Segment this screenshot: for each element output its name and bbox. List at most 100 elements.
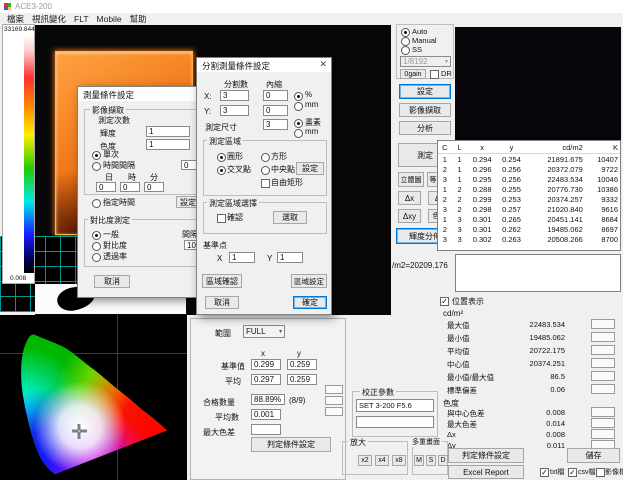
delta-xy-button[interactable]: Δxy	[398, 209, 421, 223]
x-split-field[interactable]: 3	[220, 90, 249, 101]
table-cell: 3	[452, 235, 468, 244]
pixel-radio[interactable]	[294, 119, 303, 128]
table-cell: 3	[452, 215, 468, 224]
auto-radio[interactable]	[401, 28, 410, 37]
day-field[interactable]: 0	[96, 182, 116, 192]
manual-radio[interactable]	[401, 37, 410, 46]
indicator-box	[325, 407, 343, 416]
chroma-count-field[interactable]: 1	[146, 139, 190, 150]
area-setting-button[interactable]: 區域設定	[291, 274, 327, 288]
split-dialog-ok-button[interactable]: 確定	[293, 296, 327, 309]
calibration-empty-field[interactable]	[356, 416, 434, 428]
square-radio[interactable]	[261, 153, 270, 162]
title-bar[interactable]: ACE3-200	[0, 0, 623, 13]
table-cell: 3	[452, 225, 468, 234]
table-row[interactable]: 220.2990.25320374.2579332	[438, 194, 620, 204]
free-rect-checkbox[interactable]	[261, 179, 270, 188]
pick-button[interactable]: 選取	[273, 211, 307, 224]
measure-dialog-title-bar[interactable]: 測量條件設定	[78, 87, 201, 101]
mm2-radio[interactable]	[294, 129, 303, 138]
multi-d-button[interactable]: D	[438, 455, 448, 466]
calibration-value-field[interactable]: SET 3-200 F5.6	[356, 399, 434, 412]
set-button[interactable]: 設定	[399, 84, 451, 99]
zoom-x4-button[interactable]: x4	[375, 455, 389, 466]
general-radio[interactable]	[92, 231, 101, 240]
contrast-radio[interactable]	[92, 242, 101, 251]
delta-x-button[interactable]: Δx	[398, 191, 421, 205]
size-field[interactable]: 3	[263, 119, 288, 130]
transmittance-radio[interactable]	[92, 253, 101, 262]
measure-dialog-cancel-button[interactable]: 取消	[94, 275, 130, 288]
lum-count-field[interactable]: 1	[146, 126, 190, 137]
table-cell: 20508.266	[526, 235, 585, 244]
base-x-field[interactable]: 1	[229, 252, 255, 263]
reference-x-field[interactable]: 0.299	[251, 359, 281, 370]
table-row[interactable]: 230.3010.26219485.0628697	[438, 224, 620, 234]
confirm-checkbox[interactable]	[217, 214, 226, 223]
solid-view-button[interactable]: 立體圖	[398, 172, 424, 187]
table-row[interactable]: 210.2960.25620372.0799722	[438, 164, 620, 174]
cross-point-radio[interactable]	[217, 166, 226, 175]
csv-file-checkbox[interactable]	[568, 468, 577, 477]
dr-checkbox[interactable]	[430, 70, 439, 79]
excel-report-button[interactable]: Excel Report	[448, 465, 524, 479]
table-row[interactable]: 120.2880.25520776.73010386	[438, 184, 620, 194]
interval-field[interactable]: 0	[181, 160, 197, 170]
minute-field[interactable]: 0	[144, 182, 164, 192]
split-count-header: 分割數	[224, 79, 248, 90]
table-cell: 0.257	[497, 205, 526, 214]
zoom-x8-button[interactable]: x8	[392, 455, 406, 466]
split-dialog-cancel-button[interactable]: 取消	[205, 296, 239, 309]
table-row[interactable]: 310.2950.25622483.53410046	[438, 174, 620, 184]
percent-radio[interactable]	[294, 92, 303, 101]
table-row[interactable]: 110.2940.25421891.67510407	[438, 154, 620, 164]
ss-radio[interactable]	[401, 46, 410, 55]
gain-button[interactable]: 0gain	[400, 69, 426, 79]
analyze-button[interactable]: 分析	[399, 121, 451, 135]
table-cell: 0.301	[467, 225, 496, 234]
center-point-radio[interactable]	[261, 166, 270, 175]
interval-radio[interactable]	[92, 162, 101, 171]
free-rect-label: 自由矩形	[271, 177, 303, 188]
txt-file-checkbox[interactable]	[540, 468, 549, 477]
camera-view[interactable]	[455, 27, 621, 141]
capture-button[interactable]: 影像擷取	[399, 103, 451, 117]
single-radio[interactable]	[92, 151, 101, 160]
table-row[interactable]: 320.2980.25721020.8409616	[438, 204, 620, 214]
position-display-checkbox[interactable]	[440, 297, 449, 306]
menu-help[interactable]: 幫助	[126, 12, 151, 26]
specified-time-radio[interactable]	[92, 199, 101, 208]
multi-s-button[interactable]: S	[426, 455, 436, 466]
table-row[interactable]: 330.3020.26320508.2668700	[438, 234, 620, 244]
table-cell: 1	[438, 155, 452, 164]
close-icon[interactable]: ✕	[319, 59, 327, 70]
split-dialog-title-bar[interactable]: 分割測量條件設定 ✕	[197, 58, 331, 72]
circle-radio[interactable]	[217, 153, 226, 162]
cie-diagram-panel[interactable]	[0, 315, 187, 480]
judge-condition-button[interactable]: 判定條件設定	[448, 448, 524, 463]
max-colordiff-value: 0.014	[470, 419, 565, 428]
y-split-field[interactable]: 3	[220, 105, 249, 116]
table-row[interactable]: 130.3010.26520451.1418684	[438, 214, 620, 224]
base-y-field[interactable]: 1	[277, 252, 303, 263]
y-inset-field[interactable]: 0	[263, 105, 288, 116]
mm-radio[interactable]	[294, 102, 303, 111]
shutter-dropdown[interactable]: 1/8192 ▾	[400, 56, 451, 67]
result-list-box[interactable]	[455, 254, 621, 292]
menu-mobile[interactable]: Mobile	[93, 13, 126, 25]
zoom-x2-button[interactable]: x2	[358, 455, 372, 466]
area-set-button[interactable]: 設定	[296, 162, 324, 175]
range-dropdown[interactable]: FULL ▾	[243, 325, 285, 338]
multi-m-button[interactable]: M	[414, 455, 424, 466]
image-file-checkbox[interactable]	[596, 468, 605, 477]
table-cell: 8700	[585, 235, 620, 244]
area-confirm-button[interactable]: 區域確認	[202, 274, 242, 288]
save-button[interactable]: 儲存	[567, 448, 620, 463]
hour-field[interactable]: 0	[120, 182, 140, 192]
judge-condition-button-2[interactable]: 判定條件設定	[251, 437, 331, 452]
avg-value: 20722.175	[470, 346, 565, 355]
menu-flt[interactable]: FLT	[70, 13, 92, 25]
base-y-value: 1	[280, 253, 284, 262]
reference-y-field[interactable]: 0.259	[287, 359, 317, 370]
x-inset-field[interactable]: 0	[263, 90, 288, 101]
